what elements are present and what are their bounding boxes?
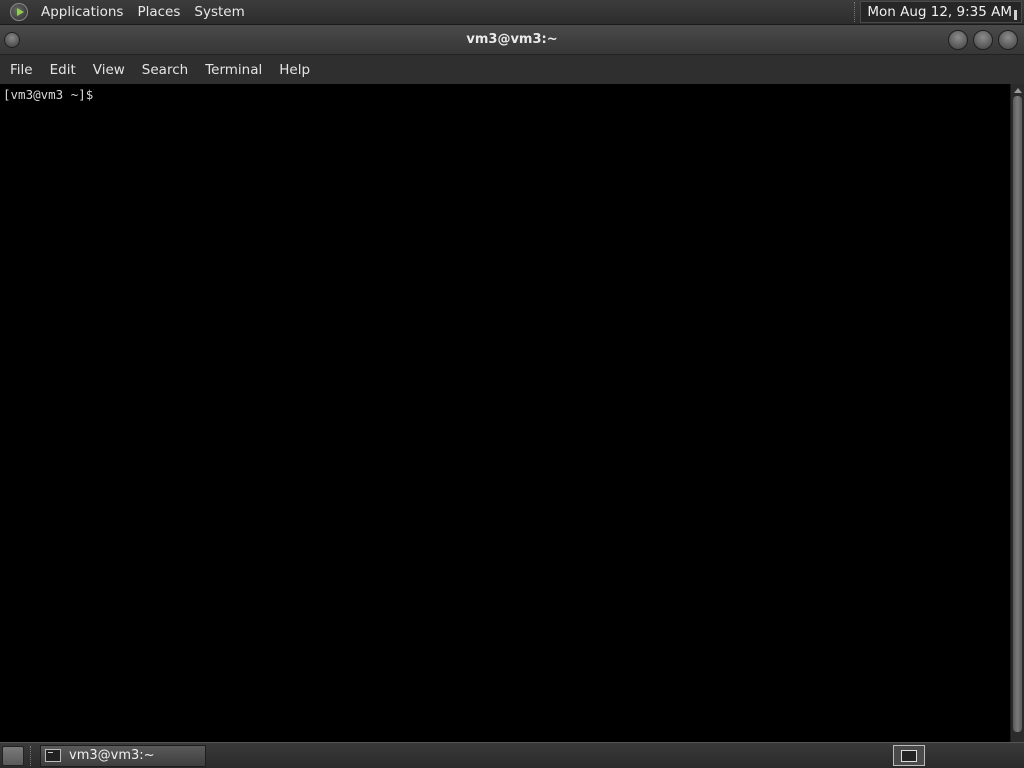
workspace-window-icon bbox=[901, 749, 917, 762]
system-menu[interactable]: System bbox=[187, 4, 251, 20]
menu-file[interactable]: File bbox=[3, 62, 40, 78]
bottom-panel: vm3@vm3:~ bbox=[0, 742, 1024, 768]
minimize-button[interactable] bbox=[948, 30, 968, 50]
menu-edit[interactable]: Edit bbox=[43, 62, 83, 78]
workspace-switcher[interactable] bbox=[893, 745, 925, 766]
taskbar-item-label: vm3@vm3:~ bbox=[69, 748, 155, 763]
menu-help[interactable]: Help bbox=[272, 62, 317, 78]
places-menu[interactable]: Places bbox=[130, 4, 187, 20]
show-desktop-icon[interactable] bbox=[2, 745, 24, 766]
terminal-area[interactable]: [vm3@vm3 ~]$ bbox=[0, 84, 1010, 742]
terminal-icon bbox=[45, 749, 61, 762]
terminal-menubar: File Edit View Search Terminal Help bbox=[0, 55, 1024, 84]
taskbar-item-terminal[interactable]: vm3@vm3:~ bbox=[40, 744, 206, 767]
menu-view[interactable]: View bbox=[86, 62, 132, 78]
applications-menu[interactable]: Applications bbox=[34, 4, 130, 20]
clock-text: Mon Aug 12, 9:35 AM bbox=[867, 4, 1012, 20]
clock-indicator-icon bbox=[1014, 10, 1017, 20]
applications-logo-icon[interactable] bbox=[10, 3, 28, 21]
panel-separator bbox=[854, 2, 857, 22]
menu-search[interactable]: Search bbox=[135, 62, 195, 78]
panel-separator bbox=[30, 745, 34, 766]
terminal-scrollbar[interactable] bbox=[1010, 84, 1024, 742]
window-menu-icon[interactable] bbox=[4, 32, 20, 48]
scrollbar-thumb[interactable] bbox=[1013, 96, 1022, 732]
maximize-button[interactable] bbox=[973, 30, 993, 50]
window-controls bbox=[948, 30, 1018, 50]
window-title: vm3@vm3:~ bbox=[466, 32, 558, 47]
top-panel: Applications Places System Mon Aug 12, 9… bbox=[0, 0, 1024, 25]
shell-prompt: [vm3@vm3 ~]$ bbox=[3, 87, 94, 102]
close-button[interactable] bbox=[998, 30, 1018, 50]
menu-terminal[interactable]: Terminal bbox=[198, 62, 269, 78]
clock-applet[interactable]: Mon Aug 12, 9:35 AM bbox=[860, 1, 1022, 23]
window-titlebar[interactable]: vm3@vm3:~ bbox=[0, 25, 1024, 55]
scroll-up-icon[interactable] bbox=[1014, 88, 1022, 93]
